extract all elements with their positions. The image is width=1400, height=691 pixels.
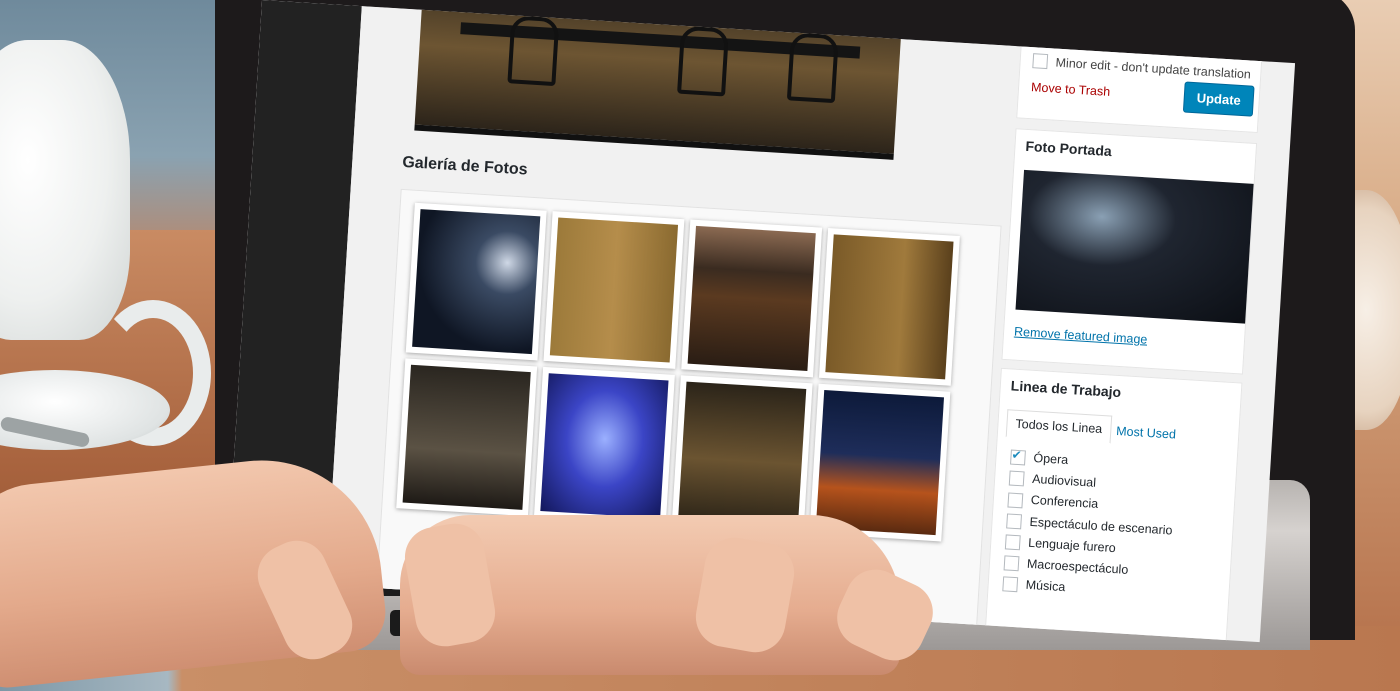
category-checkbox[interactable]	[1008, 470, 1025, 487]
category-item[interactable]: Conferencia	[1007, 492, 1174, 517]
category-item[interactable]: Música	[1002, 576, 1169, 602]
category-list: Ópera Audiovisual Conferencia Espectácul…	[1002, 449, 1177, 608]
gallery-thumbnail[interactable]	[396, 358, 538, 517]
editor-sidebar: Minor edit - don't update translation Mo…	[984, 26, 1295, 643]
move-to-trash-link[interactable]: Move to Trash	[1031, 80, 1111, 99]
category-label: Lenguaje furero	[1027, 535, 1117, 555]
tab-all-categories[interactable]: Todos los Linea	[1005, 409, 1113, 444]
featured-image-box: Foto Portada Remove featured image	[1001, 128, 1258, 375]
category-item[interactable]: Ópera	[1010, 449, 1177, 475]
minor-edit-checkbox[interactable]	[1032, 53, 1049, 70]
gallery-photo	[815, 390, 945, 536]
category-item[interactable]: Audiovisual	[1008, 470, 1176, 496]
category-checkbox[interactable]	[1010, 449, 1026, 466]
gallery-thumbnail[interactable]	[543, 211, 685, 369]
category-checkbox[interactable]	[1003, 555, 1020, 572]
gallery-photo	[678, 381, 807, 527]
category-label: Ópera	[1033, 450, 1069, 468]
gallery-thumbnail[interactable]	[533, 366, 675, 525]
featured-image-photo[interactable]	[1015, 169, 1254, 324]
category-label: Audiovisual	[1031, 472, 1097, 491]
update-button[interactable]: Update	[1182, 81, 1255, 117]
gallery-thumbnail[interactable]	[405, 202, 547, 361]
gallery-thumbnail[interactable]	[681, 219, 823, 378]
category-checkbox[interactable]	[1004, 534, 1021, 551]
gallery-photo	[825, 234, 954, 380]
gallery-title: Galería de Fotos	[401, 153, 529, 179]
minor-edit-label: Minor edit - don't update translation	[1055, 55, 1252, 82]
category-label: Espectáculo de escenario	[1029, 514, 1173, 538]
category-item[interactable]: Macroespectáculo	[1003, 555, 1171, 580]
stage-chair	[507, 15, 560, 87]
category-item[interactable]: Espectáculo de escenario	[1006, 513, 1173, 538]
gallery-photo	[412, 209, 541, 355]
left-hand	[0, 448, 390, 691]
category-box-title: Linea de Trabajo	[1010, 377, 1122, 401]
category-checkbox[interactable]	[1002, 576, 1019, 593]
category-item[interactable]: Lenguaje furero	[1004, 534, 1172, 559]
stage-chair	[677, 25, 730, 97]
gallery-photo	[549, 217, 679, 363]
gallery-thumbnail[interactable]	[671, 375, 813, 534]
gallery-photo	[540, 373, 669, 519]
category-checkbox[interactable]	[1006, 513, 1023, 530]
gallery-photo	[687, 225, 816, 371]
category-label: Conferencia	[1030, 493, 1099, 512]
gallery-thumbnail[interactable]	[818, 227, 960, 386]
category-checkbox[interactable]	[1007, 492, 1024, 508]
category-label: Macroespectáculo	[1026, 556, 1129, 577]
category-box: Linea de Trabajo Todos los Linea Most Us…	[984, 367, 1243, 643]
category-label: Música	[1025, 577, 1066, 595]
tab-most-used[interactable]: Most Used	[1108, 417, 1185, 448]
featured-image-title: Foto Portada	[1025, 137, 1113, 160]
stage-chair	[786, 32, 839, 104]
remove-featured-image-link[interactable]: Remove featured image	[1014, 325, 1148, 347]
gallery-photo	[402, 364, 531, 510]
teacup	[0, 40, 130, 340]
